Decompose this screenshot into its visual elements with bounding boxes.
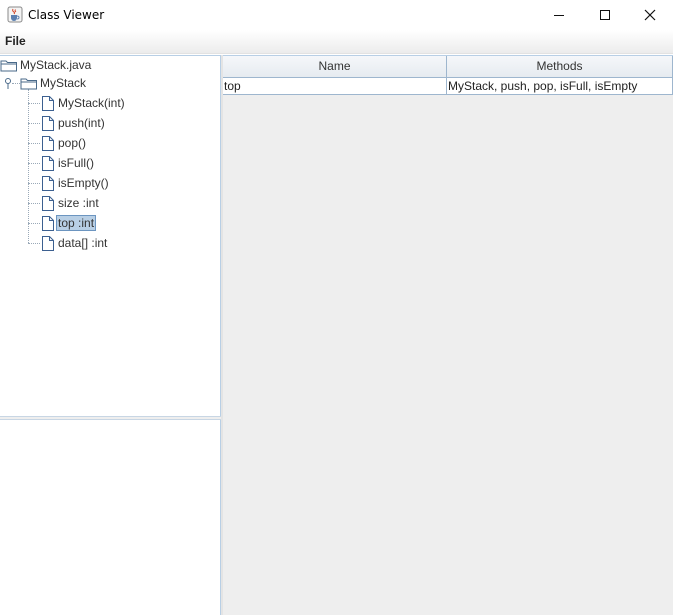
minimize-icon [554, 15, 564, 16]
file-icon [42, 215, 54, 231]
members-table: Name Methods top MyStack, push, pop, isF… [223, 55, 673, 615]
table-cell-name: top [223, 78, 447, 94]
close-button[interactable] [627, 0, 673, 30]
column-header-methods[interactable]: Methods [447, 56, 673, 78]
tree-node-label: push(int) [58, 116, 105, 130]
file-icon [42, 135, 54, 151]
tree-node-member[interactable]: pop() [40, 134, 88, 152]
file-icon [42, 195, 54, 211]
tree-node-label: pop() [58, 136, 87, 150]
java-cup-icon [7, 6, 23, 23]
table-row[interactable]: top MyStack, push, pop, isFull, isEmpty [223, 78, 673, 95]
tree-node-member[interactable]: MyStack(int) [40, 94, 127, 112]
details-pane [0, 420, 221, 615]
tree-node-label: isEmpty() [58, 176, 109, 190]
tree-node-member[interactable]: isFull() [40, 154, 96, 172]
tree-connector [28, 223, 40, 224]
tree-node-label: top :int [56, 215, 97, 231]
tree-node-member-selected[interactable]: top :int [40, 214, 97, 232]
close-icon [644, 9, 656, 21]
maximize-icon [600, 10, 610, 20]
table-header: Name Methods [223, 56, 673, 78]
tree-connector [28, 123, 40, 124]
tree-node-label: isFull() [58, 156, 94, 170]
expand-handle-icon[interactable] [4, 76, 18, 90]
tree-connector [28, 203, 40, 204]
tree-connector [28, 143, 40, 144]
tree-node-label: size :int [58, 196, 99, 210]
minimize-button[interactable] [536, 0, 582, 30]
tree-node-label: MyStack(int) [58, 96, 125, 110]
tree-node-label: MyStack.java [20, 58, 92, 72]
folder-icon [20, 78, 37, 90]
tree-connector [28, 89, 29, 243]
folder-icon [0, 60, 17, 72]
file-icon [42, 115, 54, 131]
window-title: Class Viewer [28, 8, 105, 22]
tree-connector [28, 163, 40, 164]
menu-file[interactable]: File [5, 34, 26, 48]
maximize-button[interactable] [582, 0, 628, 30]
tree-node-member[interactable]: data[] :int [40, 234, 109, 252]
file-icon [42, 175, 54, 191]
tree-connector [28, 103, 40, 104]
tree-node-label: MyStack [40, 76, 87, 90]
table-cell-methods: MyStack, push, pop, isFull, isEmpty [447, 78, 673, 94]
file-icon [42, 155, 54, 171]
title-bar: Class Viewer [0, 0, 673, 30]
column-header-name[interactable]: Name [223, 56, 447, 78]
tree-node-member[interactable]: push(int) [40, 114, 107, 132]
tree-node-root[interactable]: MyStack.java [0, 56, 93, 74]
tree-node-member[interactable]: isEmpty() [40, 174, 111, 192]
menu-bar: File [0, 30, 673, 54]
file-icon [42, 235, 54, 251]
tree-node-member[interactable]: size :int [40, 194, 101, 212]
tree-connector [28, 183, 40, 184]
file-icon [42, 95, 54, 111]
tree-node-class[interactable]: MyStack [4, 74, 88, 92]
class-tree[interactable]: MyStack.java MyStack MyStack(int) push(i… [0, 55, 221, 417]
tree-connector [28, 243, 40, 244]
tree-node-label: data[] :int [58, 236, 108, 250]
